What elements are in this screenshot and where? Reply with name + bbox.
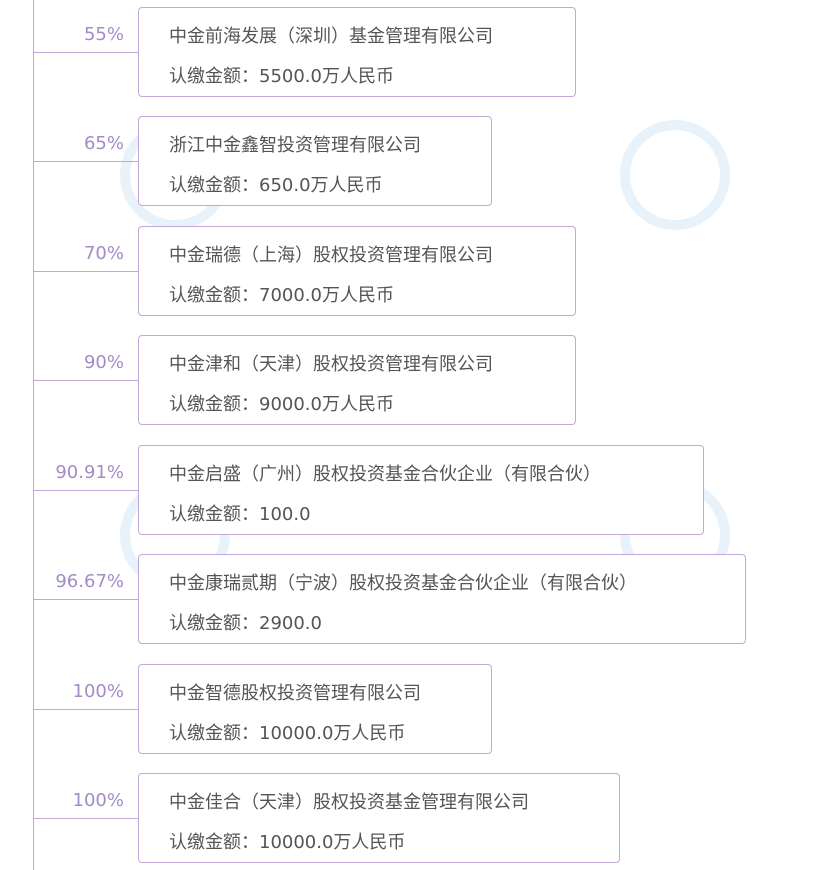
amount-value: 10000.0万人民币 [259, 723, 406, 744]
amount-value: 650.0万人民币 [259, 175, 383, 196]
company-card[interactable]: 中金康瑞贰期（宁波）股权投资基金合伙企业（有限合伙） 认缴金额：2900.0 [138, 554, 746, 644]
tree-trunk-line [33, 0, 34, 870]
share-percentage: 100% [72, 790, 124, 811]
subscribed-amount: 认缴金额：5500.0万人民币 [169, 62, 394, 88]
subscribed-amount: 认缴金额：2900.0 [169, 609, 322, 635]
branch-line [33, 52, 138, 53]
subscribed-amount: 认缴金额：100.0 [169, 500, 311, 526]
amount-value: 10000.0万人民币 [259, 832, 406, 853]
amount-label: 认缴金额： [169, 285, 259, 306]
share-percentage: 65% [83, 133, 124, 154]
branch-line [33, 271, 138, 272]
company-name[interactable]: 中金佳合（天津）股权投资基金管理有限公司 [169, 788, 529, 814]
amount-value: 7000.0万人民币 [259, 285, 394, 306]
company-card[interactable]: 中金津和（天津）股权投资管理有限公司 认缴金额：9000.0万人民币 [138, 335, 576, 425]
company-name[interactable]: 中金启盛（广州）股权投资基金合伙企业（有限合伙） [169, 460, 601, 486]
branch-line [33, 380, 138, 381]
branch-line [33, 818, 138, 819]
subscribed-amount: 认缴金额：7000.0万人民币 [169, 281, 394, 307]
share-percentage: 70% [83, 243, 124, 264]
company-name[interactable]: 中金智德股权投资管理有限公司 [169, 679, 421, 705]
company-card[interactable]: 中金启盛（广州）股权投资基金合伙企业（有限合伙） 认缴金额：100.0 [138, 445, 704, 535]
subscribed-amount: 认缴金额：10000.0万人民币 [169, 828, 405, 854]
share-percentage: 55% [83, 24, 124, 45]
subscribed-amount: 认缴金额：9000.0万人民币 [169, 390, 394, 416]
company-card[interactable]: 浙江中金鑫智投资管理有限公司 认缴金额：650.0万人民币 [138, 116, 492, 206]
watermark-logo-icon [620, 120, 730, 230]
share-percentage: 90.91% [55, 462, 124, 483]
subscribed-amount: 认缴金额：10000.0万人民币 [169, 719, 405, 745]
company-card[interactable]: 中金佳合（天津）股权投资基金管理有限公司 认缴金额：10000.0万人民币 [138, 773, 620, 863]
share-percentage: 96.67% [55, 571, 124, 592]
amount-label: 认缴金额： [169, 613, 259, 634]
subscribed-amount: 认缴金额：650.0万人民币 [169, 171, 383, 197]
amount-value: 2900.0 [259, 613, 322, 634]
amount-value: 100.0 [259, 504, 311, 525]
amount-label: 认缴金额： [169, 832, 259, 853]
company-name[interactable]: 中金瑞德（上海）股权投资管理有限公司 [169, 241, 493, 267]
company-card[interactable]: 中金瑞德（上海）股权投资管理有限公司 认缴金额：7000.0万人民币 [138, 226, 576, 316]
branch-line [33, 599, 138, 600]
company-card[interactable]: 中金智德股权投资管理有限公司 认缴金额：10000.0万人民币 [138, 664, 492, 754]
company-name[interactable]: 浙江中金鑫智投资管理有限公司 [169, 131, 421, 157]
amount-label: 认缴金额： [169, 175, 259, 196]
share-percentage: 100% [72, 681, 124, 702]
amount-label: 认缴金额： [169, 66, 259, 87]
share-percentage: 90% [83, 352, 124, 373]
company-name[interactable]: 中金津和（天津）股权投资管理有限公司 [169, 350, 493, 376]
amount-label: 认缴金额： [169, 394, 259, 415]
company-name[interactable]: 中金康瑞贰期（宁波）股权投资基金合伙企业（有限合伙） [169, 569, 637, 595]
branch-line [33, 490, 138, 491]
branch-line [33, 161, 138, 162]
amount-label: 认缴金额： [169, 504, 259, 525]
branch-line [33, 709, 138, 710]
amount-value: 5500.0万人民币 [259, 66, 394, 87]
amount-label: 认缴金额： [169, 723, 259, 744]
company-card[interactable]: 中金前海发展（深圳）基金管理有限公司 认缴金额：5500.0万人民币 [138, 7, 576, 97]
company-name[interactable]: 中金前海发展（深圳）基金管理有限公司 [169, 22, 493, 48]
amount-value: 9000.0万人民币 [259, 394, 394, 415]
